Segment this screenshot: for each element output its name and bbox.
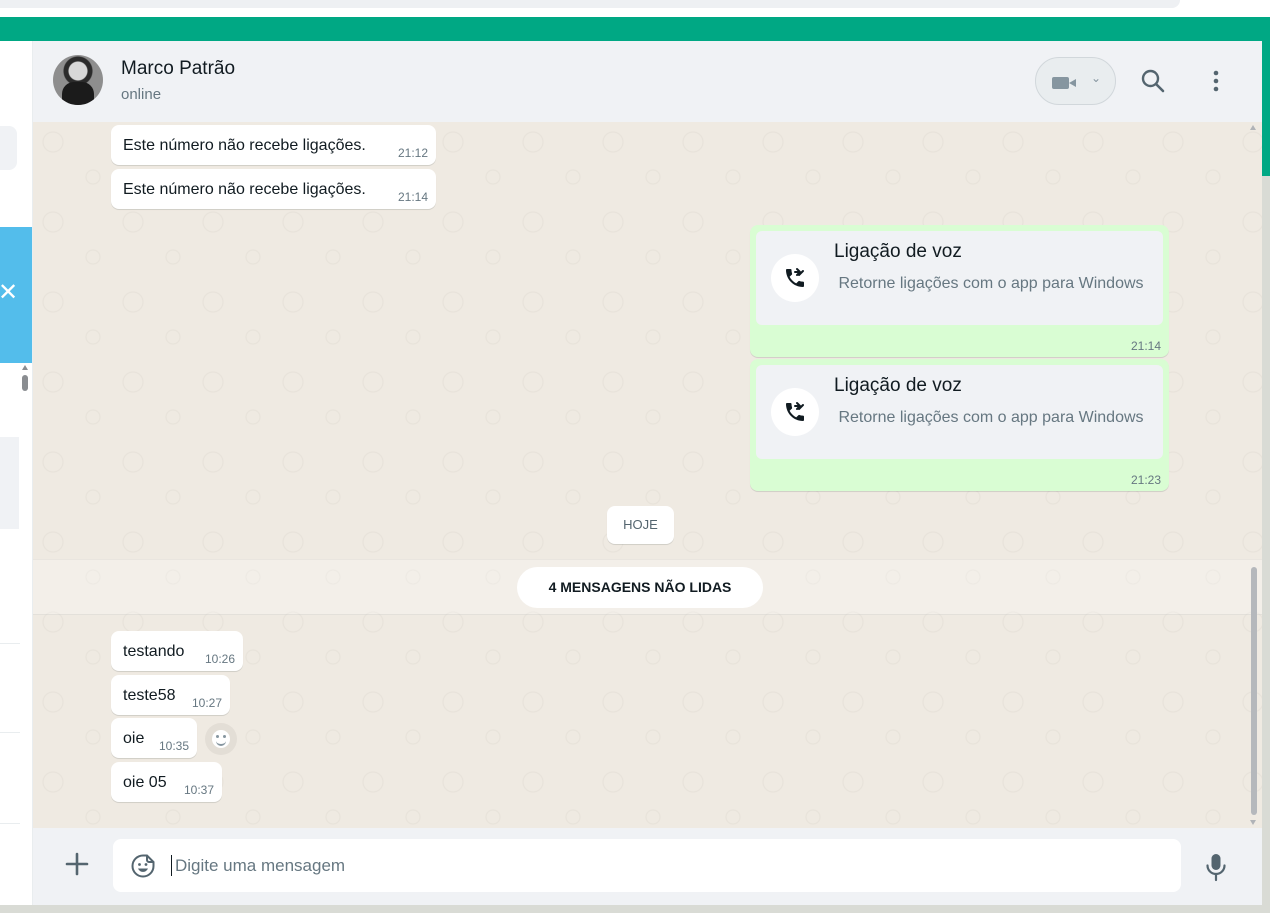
plus-icon[interactable]	[64, 851, 90, 877]
sticker-icon[interactable]	[130, 853, 156, 879]
unread-count-badge: 4 MENSAGENS NÃO LIDAS	[517, 567, 763, 608]
call-title: Ligação de voz	[834, 375, 962, 396]
mic-icon[interactable]	[1203, 852, 1229, 882]
call-subtitle: Retorne ligações com o app para Windows	[838, 409, 1144, 426]
message-incoming[interactable]: teste58 10:27	[111, 675, 230, 715]
message-time: 21:14	[1130, 339, 1161, 353]
message-time: 21:23	[1130, 473, 1161, 487]
app-accent-bar	[0, 17, 1270, 41]
sidebar-scroll-thumb[interactable]	[22, 375, 28, 391]
video-call-icon	[1052, 77, 1076, 89]
search-icon[interactable]	[1139, 67, 1167, 95]
incoming-call-icon	[786, 402, 804, 421]
chevron-down-icon: ⌄	[1091, 71, 1102, 85]
menu-icon[interactable]	[1202, 67, 1230, 95]
incoming-call-icon	[786, 268, 804, 287]
sidebar-notification-banner: ✕	[0, 227, 32, 363]
window-bottom-edge	[0, 905, 1270, 913]
message-time: 10:35	[158, 739, 189, 753]
message-text: teste58	[123, 687, 176, 704]
message-text: Este número não recebe ligações.	[123, 181, 366, 198]
message-time: 10:27	[191, 696, 222, 710]
chat-scrollbar[interactable]	[1249, 125, 1258, 825]
close-icon[interactable]: ✕	[0, 279, 18, 307]
call-subtitle: Retorne ligações com o app para Windows	[838, 275, 1144, 292]
message-incoming[interactable]: oie 05 10:37	[111, 762, 222, 802]
call-message[interactable]: Ligação de voz Retorne ligações com o ap…	[750, 359, 1169, 491]
call-card[interactable]: Ligação de voz Retorne ligações com o ap…	[756, 231, 1163, 325]
call-title: Ligação de voz	[834, 241, 962, 262]
call-message[interactable]: Ligação de voz Retorne ligações com o ap…	[750, 225, 1169, 357]
sidebar-divider	[0, 732, 20, 733]
sidebar-divider	[0, 823, 20, 824]
date-divider: HOJE	[607, 506, 674, 544]
window-edge-accent	[1262, 41, 1270, 176]
message-incoming[interactable]: testando 10:26	[111, 631, 243, 671]
chat-list-sidebar: ✕	[0, 41, 33, 905]
chat-scroll-thumb[interactable]	[1251, 567, 1257, 815]
message-time: 21:12	[397, 146, 428, 160]
scroll-up-arrow[interactable]	[22, 365, 28, 370]
message-time: 10:37	[183, 783, 214, 797]
contact-status: online	[121, 86, 162, 103]
sidebar-search-input[interactable]	[0, 126, 17, 170]
message-list[interactable]: Este número não recebe ligações. 21:12 E…	[33, 122, 1262, 828]
browser-top-strip	[0, 0, 1270, 17]
scroll-up-arrow[interactable]	[1250, 125, 1256, 130]
sidebar-scrollbar[interactable]	[22, 365, 28, 393]
call-icon-badge	[771, 254, 819, 302]
message-text: oie 05	[123, 774, 167, 791]
scroll-down-arrow[interactable]	[1250, 820, 1256, 825]
message-input-box[interactable]	[113, 839, 1181, 892]
emoji-reaction-icon	[212, 730, 230, 748]
call-icon-badge	[771, 388, 819, 436]
message-time: 10:26	[204, 652, 235, 666]
message-text: Este número não recebe ligações.	[123, 137, 366, 154]
window-edge	[1262, 41, 1270, 913]
message-incoming[interactable]: Este número não recebe ligações. 21:14	[111, 169, 436, 209]
address-bar-edge	[0, 0, 1180, 8]
video-call-button[interactable]: ⌄	[1035, 57, 1116, 105]
avatar[interactable]	[53, 55, 103, 105]
sidebar-selected-chat[interactable]	[0, 437, 19, 529]
contact-name[interactable]: Marco Patrão	[121, 58, 235, 80]
message-text: oie	[123, 730, 145, 747]
chat-header: Marco Patrão online ⌄	[33, 41, 1262, 122]
message-incoming[interactable]: Este número não recebe ligações. 21:12	[111, 125, 436, 165]
conversation-pane: Marco Patrão online ⌄ Este número não re…	[33, 41, 1262, 905]
call-card[interactable]: Ligação de voz Retorne ligações com o ap…	[756, 365, 1163, 459]
message-composer	[33, 828, 1262, 905]
emoji-reaction-button[interactable]	[205, 723, 237, 755]
text-cursor	[171, 855, 172, 876]
message-incoming[interactable]: oie 10:35	[111, 718, 197, 758]
message-text: testando	[123, 643, 185, 660]
sidebar-divider	[0, 643, 20, 644]
message-time: 21:14	[397, 190, 428, 204]
message-input[interactable]	[175, 839, 1165, 892]
